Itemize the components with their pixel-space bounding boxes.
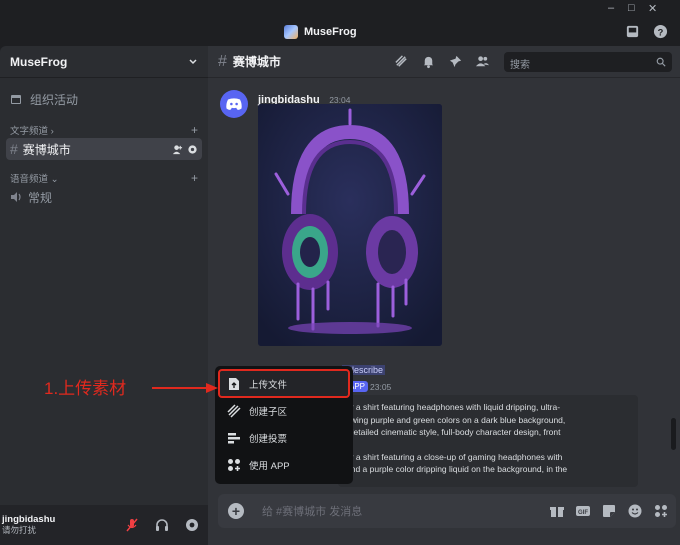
user-name: jingbidashu <box>2 514 56 525</box>
chevron-down-icon: ⌄ <box>50 174 59 185</box>
annotation-label: 1.上传素材 <box>44 379 127 398</box>
voice-category-label: 语音频道 <box>10 174 49 185</box>
apps-icon[interactable] <box>654 504 668 518</box>
member-list-icon[interactable] <box>475 54 490 69</box>
popup-item-label: 上传文件 <box>249 379 288 391</box>
embed-line: or a shirt featuring headphones with liq… <box>346 402 561 412</box>
voice-channels-category[interactable]: 语音频道 ⌄ + <box>0 170 208 186</box>
popup-item-label: 使用 APP <box>249 460 290 472</box>
search-input[interactable]: 搜索 <box>504 52 672 72</box>
create-thread-menu-item[interactable]: 创建子区 <box>219 397 349 424</box>
hashtag-icon: # <box>10 141 18 157</box>
message-timestamp: 23:05 <box>370 382 392 392</box>
speaker-icon <box>11 192 21 202</box>
close-button[interactable]: ✕ <box>648 2 657 15</box>
scrollbar-thumb[interactable] <box>671 418 676 450</box>
header-toolbar <box>394 54 490 69</box>
app-title-text: MuseFrog <box>304 26 357 38</box>
voice-channel-general[interactable]: 常规 <box>6 186 202 208</box>
emoji-icon[interactable] <box>628 504 642 518</box>
channel-item-label: 赛博城市 <box>22 142 71 157</box>
avatar[interactable] <box>220 90 248 118</box>
discord-logo-icon <box>226 98 242 110</box>
message-composer[interactable]: + 给 #赛博城市 发消息 GIF <box>218 494 676 528</box>
invite-user-icon[interactable] <box>172 144 183 155</box>
server-header[interactable]: MuseFrog <box>0 46 208 78</box>
embed-line: -detailed cinematic style, full-body cha… <box>346 427 561 437</box>
app-title: MuseFrog <box>284 25 357 39</box>
composer-tools: GIF <box>550 504 668 518</box>
help-icon[interactable]: ? <box>653 24 668 39</box>
channel-title: 赛博城市 <box>232 55 281 69</box>
popup-item-label: 创建子区 <box>249 406 288 418</box>
apps-icon <box>228 458 240 471</box>
upload-file-menu-item[interactable]: 上传文件 <box>218 369 350 398</box>
embed-line: owing purple and green colors on a dark … <box>346 414 566 425</box>
threads-icon[interactable] <box>394 54 409 69</box>
gif-icon[interactable]: GIF <box>576 504 590 518</box>
upload-file-icon <box>229 377 239 390</box>
server-logo-icon <box>284 25 298 39</box>
channel-sidebar: MuseFrog 组织活动 文字频道 › + # 赛博城市 语音频道 ⌄ + 常… <box>0 46 208 545</box>
embed-line: and a purple color dripping liquid on th… <box>346 464 568 474</box>
minimize-button[interactable]: – <box>608 2 614 14</box>
user-status: 请勿打扰 <box>2 525 37 535</box>
hashtag-icon: # <box>218 52 227 70</box>
events-item[interactable]: 组织活动 <box>0 88 208 110</box>
gift-icon[interactable] <box>550 504 564 518</box>
channel-item-cyber-city[interactable]: # 赛博城市 <box>6 138 202 160</box>
gear-icon[interactable] <box>187 144 198 155</box>
headphones-icon[interactable] <box>154 517 170 533</box>
voice-channel-label: 常规 <box>28 190 53 205</box>
search-placeholder: 搜索 <box>510 60 530 71</box>
user-panel: jingbidashu 请勿打扰 <box>0 505 208 545</box>
pin-icon[interactable] <box>448 54 463 69</box>
mute-mic-icon[interactable] <box>124 517 140 533</box>
svg-text:?: ? <box>658 27 664 37</box>
server-name: MuseFrog <box>10 54 68 69</box>
embed-line: or a shirt featuring a close-up of gamin… <box>346 451 563 462</box>
describe-result-embed: or a shirt featuring headphones with liq… <box>338 395 638 487</box>
annotation-arrow-icon <box>152 383 218 393</box>
add-channel-icon[interactable]: + <box>191 171 198 185</box>
text-channels-category[interactable]: 文字频道 › + <box>0 122 208 138</box>
search-icon <box>656 57 666 67</box>
calendar-icon <box>11 95 21 104</box>
message-input[interactable]: 给 #赛博城市 发消息 <box>262 503 362 519</box>
text-category-label: 文字频道 <box>10 126 49 137</box>
create-poll-menu-item[interactable]: 创建投票 <box>219 424 349 451</box>
add-channel-icon[interactable]: + <box>191 123 198 137</box>
bell-icon[interactable] <box>421 54 436 69</box>
upload-popup-menu: 上传文件 创建子区 创建投票 使用 APP <box>215 366 353 484</box>
maximize-button[interactable]: □ <box>628 2 635 14</box>
user-settings-gear-icon[interactable] <box>184 517 200 533</box>
headphones-artwork-image[interactable] <box>258 104 442 346</box>
svg-text:GIF: GIF <box>578 510 588 516</box>
chevron-down-icon <box>189 58 197 64</box>
attach-plus-button[interactable]: + <box>228 503 244 519</box>
inbox-icon[interactable] <box>625 24 640 39</box>
use-app-menu-item[interactable]: 使用 APP <box>219 451 349 478</box>
poll-icon <box>228 432 240 443</box>
user-info[interactable]: jingbidashu 请勿打扰 <box>2 514 55 536</box>
thread-icon <box>227 403 241 418</box>
window-titlebar: – □ ✕ <box>0 0 680 19</box>
message: jingbidashu 23:04 <box>220 90 350 118</box>
popup-item-label: 创建投票 <box>249 433 288 445</box>
sticker-icon[interactable] <box>602 504 616 518</box>
events-label: 组织活动 <box>30 92 79 107</box>
chevron-right-icon: › <box>50 126 54 137</box>
app-bar: MuseFrog ? <box>0 19 680 46</box>
